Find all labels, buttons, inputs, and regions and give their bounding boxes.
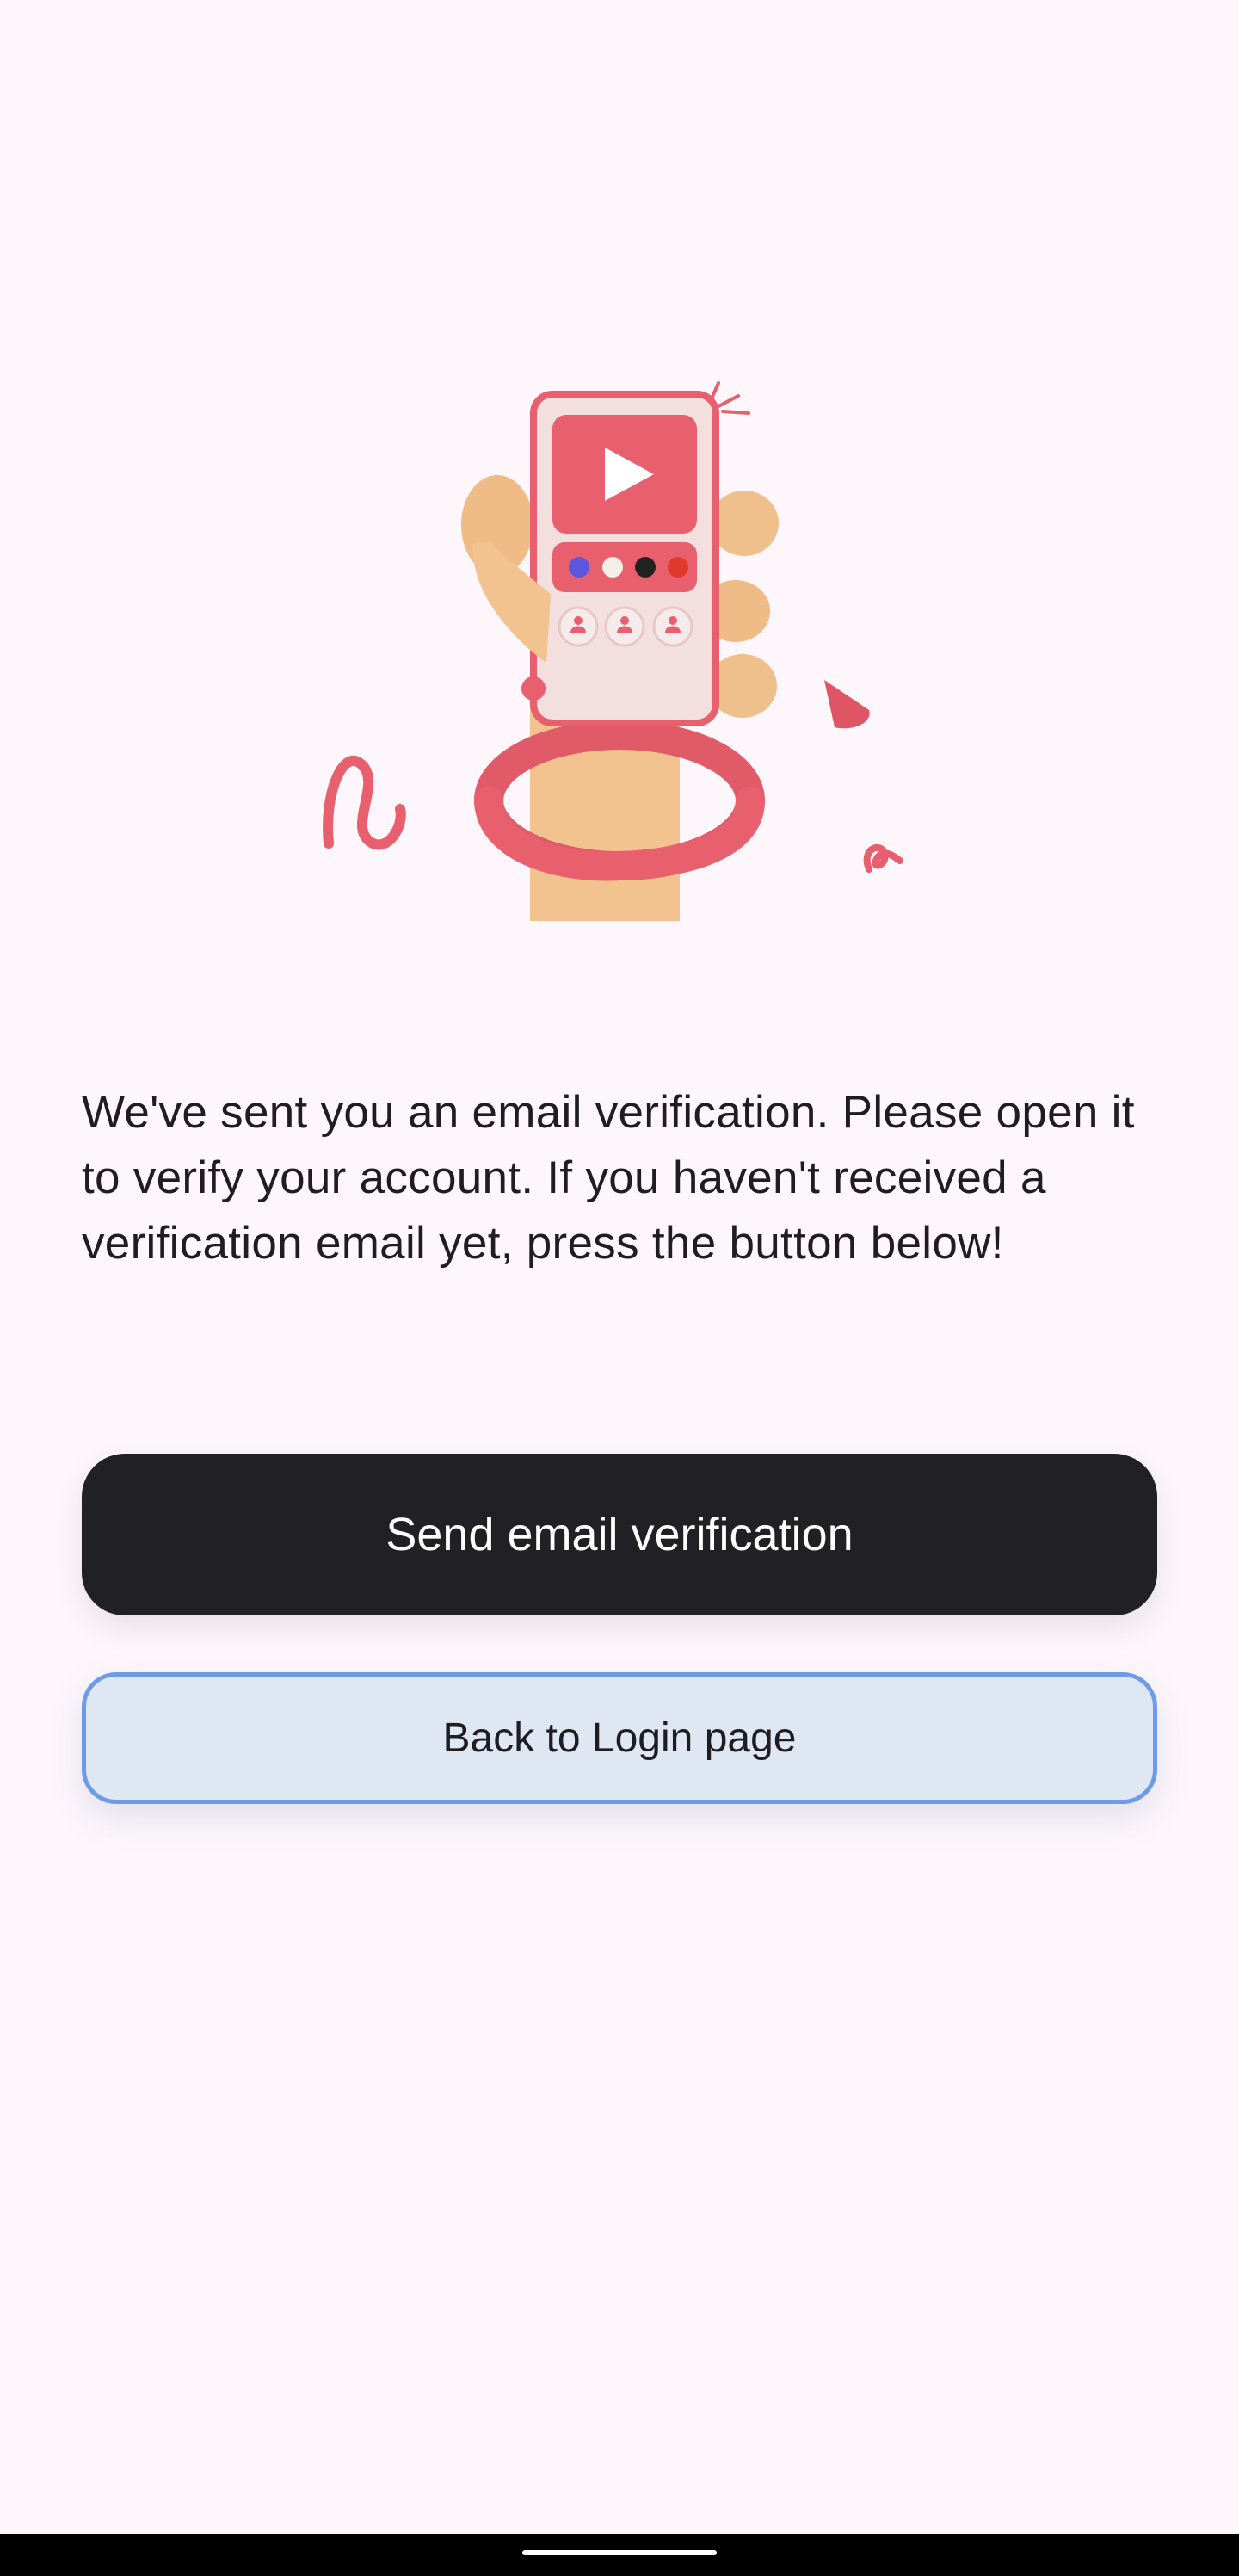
hand-phone-illustration (323, 381, 903, 921)
gesture-handle-icon[interactable] (522, 2550, 717, 2555)
cone-decoration (824, 680, 870, 729)
verification-message: We've sent you an email verification. Pl… (82, 1087, 1135, 1269)
back-to-login-button[interactable]: Back to Login page (82, 1672, 1157, 1804)
curl-left-decoration (323, 755, 406, 850)
send-email-verification-button[interactable]: Send email verification (82, 1454, 1157, 1615)
curl-right-decoration (863, 843, 903, 873)
system-navigation-bar (0, 2534, 1239, 2576)
